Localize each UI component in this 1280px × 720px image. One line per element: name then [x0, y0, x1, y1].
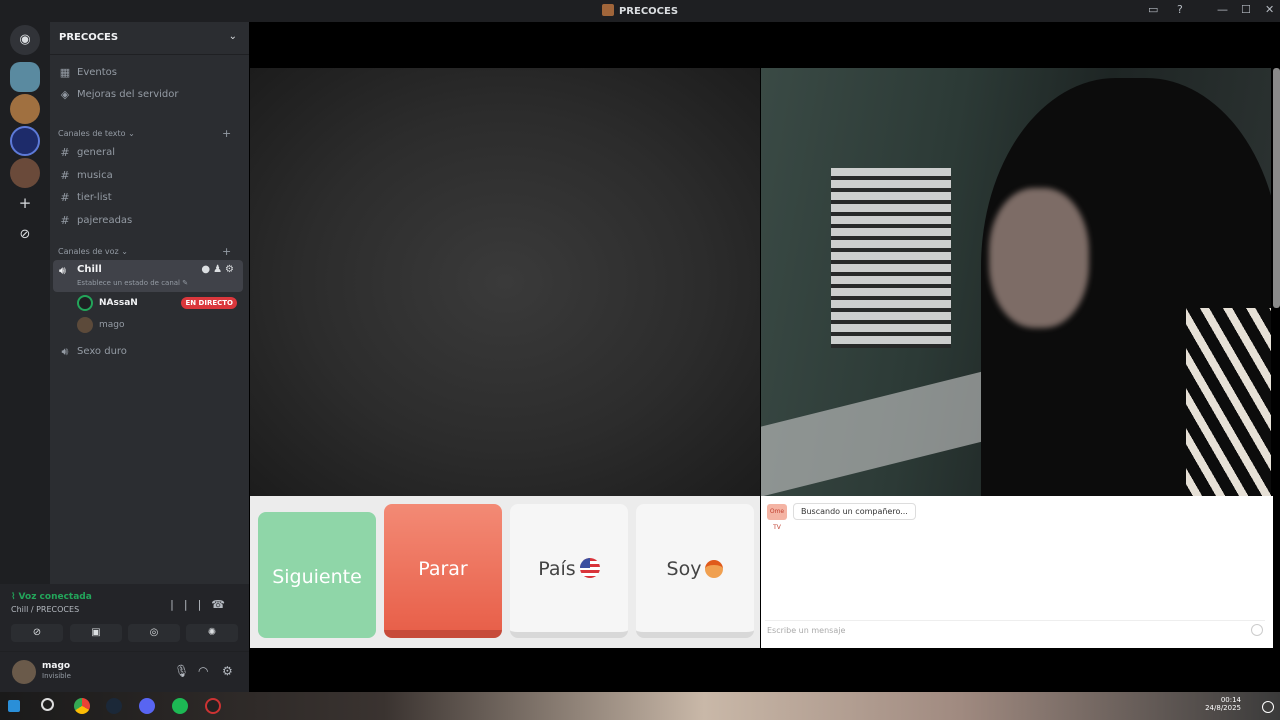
user-bar: mago Invisible 🎙︎ ◠ ⚙ — [0, 651, 249, 692]
control-bar: Siguiente Parar País Soy — [250, 496, 760, 648]
channel-sidebar: PRECOCES ⌄ ▦ Eventos ◈ Mejoras del servi… — [50, 22, 249, 584]
activity-button[interactable]: ◎ — [128, 624, 180, 642]
country-button[interactable]: País — [510, 504, 628, 638]
voice-user-nassan[interactable]: NAssaN EN DIRECTO — [77, 294, 243, 314]
settings-gear-icon[interactable]: ⚙ — [222, 664, 233, 678]
discord-icon[interactable] — [139, 698, 155, 714]
us-flag-icon — [579, 558, 600, 578]
server-icon-4[interactable] — [10, 158, 40, 188]
voice-channel-sexo-duro[interactable]: 🔊︎ Sexo duro — [50, 342, 249, 362]
server-icon-2[interactable] — [10, 94, 40, 124]
events-item[interactable]: ▦ Eventos — [50, 63, 249, 83]
minimize-button[interactable]: — — [1217, 3, 1228, 16]
avatar — [77, 317, 93, 333]
inbox-icon[interactable]: ▭ — [1148, 3, 1158, 16]
soundboard-button[interactable]: ✺ — [186, 624, 238, 642]
maximize-button[interactable]: ☐ — [1241, 3, 1251, 16]
avatar[interactable] — [12, 660, 36, 684]
notification-icon[interactable] — [1262, 701, 1274, 713]
server-name: PRECOCES — [59, 32, 119, 43]
voice-path[interactable]: Chill / PRECOCES — [11, 605, 79, 614]
message-input[interactable]: Escribe un mensaje — [765, 620, 1265, 640]
boosts-item[interactable]: ◈ Mejoras del servidor — [50, 85, 249, 105]
voice-panel: ⌇ Voz conectada Chill / PRECOCES |||☎ ⊘ … — [0, 584, 249, 692]
add-voice-channel-icon[interactable]: + — [222, 245, 231, 258]
emoji-icon[interactable] — [1251, 624, 1263, 636]
channel-actions[interactable]: ●♟⚙ — [201, 264, 237, 275]
stranger-video — [250, 68, 760, 496]
boost-icon: ◈ — [60, 88, 70, 101]
hash-icon: # — [60, 146, 70, 159]
calendar-icon: ▦ — [59, 66, 71, 79]
clock[interactable]: 00:14 24/8/2025 — [1205, 696, 1241, 712]
explore-icon[interactable]: ⊘ — [10, 220, 40, 250]
taskbar: 00:14 24/8/2025 — [0, 692, 1280, 720]
window-title: PRECOCES — [618, 6, 679, 17]
speaker-icon: 🔊︎ — [59, 264, 66, 277]
speaker-icon: 🔊︎ — [61, 345, 69, 358]
noise-icon[interactable]: ||| — [170, 598, 211, 611]
camera-off-button[interactable]: ⊘ — [11, 624, 63, 642]
discord-home-icon[interactable]: ◉ — [10, 25, 40, 55]
next-button[interactable]: Siguiente — [258, 512, 376, 638]
server-icon-1[interactable] — [10, 62, 40, 92]
spotify-icon[interactable] — [172, 698, 188, 714]
app-icon[interactable] — [205, 698, 221, 714]
person-icon — [705, 560, 724, 578]
system-message: Buscando un compañero... — [793, 503, 916, 520]
hash-icon: # — [60, 169, 70, 182]
ometv-logo: Ome TV — [767, 504, 787, 531]
hash-icon: # — [60, 191, 70, 204]
screen-share-button[interactable]: ▣ — [70, 624, 122, 642]
chrome-icon[interactable] — [74, 698, 90, 714]
voice-channel-chill[interactable]: 🔊︎ Chill Establece un estado de canal ✎ … — [53, 260, 243, 292]
add-text-channel-icon[interactable]: + — [222, 127, 231, 140]
scrollbar[interactable] — [1273, 68, 1280, 308]
add-server-icon[interactable]: + — [10, 188, 40, 218]
chevron-down-icon: ⌄ — [228, 31, 237, 42]
windows-start-icon[interactable] — [8, 700, 20, 712]
channel-pajereadas[interactable]: # pajereadas — [50, 211, 249, 231]
headphones-icon[interactable]: ◠ — [198, 664, 208, 678]
microphone-icon[interactable]: 🎙︎ — [174, 664, 189, 678]
text-category[interactable]: Canales de texto ⌄ + — [58, 127, 231, 140]
voice-user-mago[interactable]: mago — [77, 316, 243, 336]
stream-view: Siguiente Parar País Soy Ome TV Buscando… — [250, 22, 1280, 648]
stop-button[interactable]: Parar — [384, 504, 502, 638]
gender-button[interactable]: Soy — [636, 504, 754, 638]
server-icon-3[interactable] — [10, 126, 40, 156]
help-icon[interactable]: ? — [1177, 3, 1183, 16]
channel-tier-list[interactable]: # tier-list — [50, 188, 249, 208]
voice-category[interactable]: Canales de voz ⌄ + — [58, 245, 231, 258]
channel-status-hint[interactable]: Establece un estado de canal ✎ — [77, 279, 188, 287]
hash-icon: # — [60, 214, 70, 227]
channel-general[interactable]: # general — [50, 143, 249, 163]
title-bar: PRECOCES ▭ ? — ☐ ✕ — [0, 0, 1280, 22]
disconnect-icon[interactable]: ☎ — [211, 598, 235, 611]
close-button[interactable]: ✕ — [1265, 3, 1274, 16]
voice-status[interactable]: ⌇ Voz conectada — [11, 592, 92, 602]
server-header[interactable]: PRECOCES ⌄ — [50, 22, 249, 55]
steam-icon[interactable] — [106, 698, 122, 714]
chat-panel: Ome TV Buscando un compañero... Escribe … — [761, 496, 1273, 648]
avatar — [77, 295, 93, 311]
channel-musica[interactable]: # musica — [50, 166, 249, 186]
server-icon — [601, 4, 614, 16]
self-video — [761, 68, 1271, 496]
search-icon[interactable] — [41, 698, 54, 711]
live-badge: EN DIRECTO — [181, 297, 237, 309]
